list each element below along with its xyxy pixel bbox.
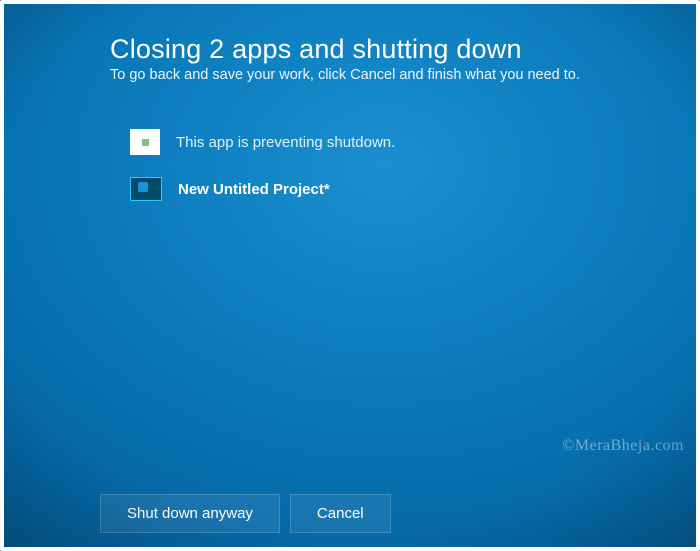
app-status-text: This app is preventing shutdown.	[176, 134, 395, 151]
button-bar: Shut down anyway Cancel	[100, 494, 391, 533]
page-subtitle: To go back and save your work, click Can…	[110, 67, 660, 83]
video-app-icon	[130, 177, 162, 201]
page-title: Closing 2 apps and shutting down	[110, 34, 660, 65]
app-list: This app is preventing shutdown. New Unt…	[130, 129, 660, 201]
app-name-text: New Untitled Project*	[178, 181, 330, 198]
blank-app-icon	[130, 129, 160, 155]
watermark-text: ©MeraBheja.com	[562, 437, 684, 455]
shutdown-screen: Closing 2 apps and shutting down To go b…	[0, 0, 700, 551]
shutdown-anyway-button[interactable]: Shut down anyway	[100, 494, 280, 533]
cancel-button[interactable]: Cancel	[290, 494, 391, 533]
app-row: This app is preventing shutdown.	[130, 129, 660, 155]
app-row: New Untitled Project*	[130, 177, 660, 201]
content-area: Closing 2 apps and shutting down To go b…	[110, 34, 660, 223]
